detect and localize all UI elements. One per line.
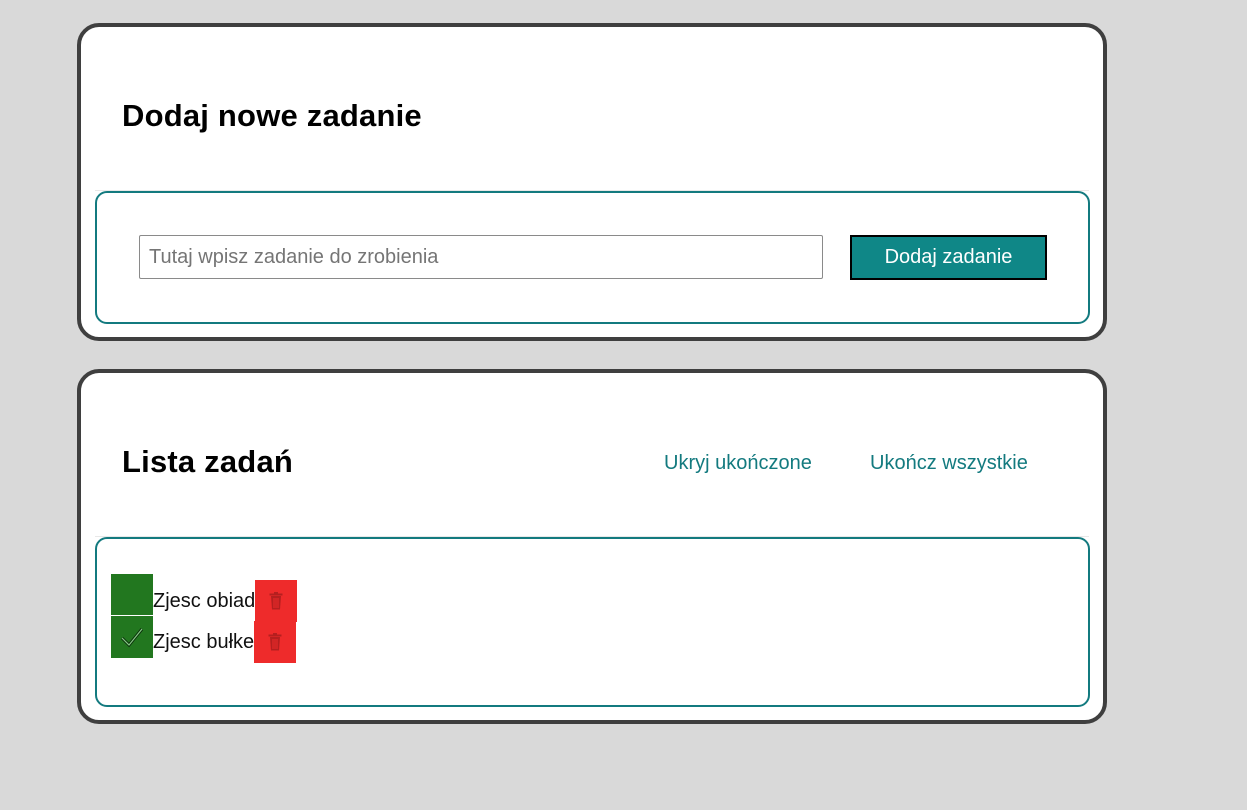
task-checkbox[interactable] <box>111 616 153 658</box>
task-list-title: Lista zadań <box>122 444 294 479</box>
task-list: Zjesc obiad Zjesc bułke <box>111 574 298 663</box>
delete-task-button[interactable] <box>254 621 297 663</box>
task-text: Zjesc bułke <box>153 630 255 653</box>
trash-icon <box>268 633 282 651</box>
add-task-panel: Dodaj zadanie <box>95 191 1090 324</box>
trash-icon <box>269 592 283 610</box>
task-text: Zjesc obiad <box>153 589 256 612</box>
task-item: Zjesc bułke <box>111 616 297 663</box>
check-icon <box>120 628 144 648</box>
task-item: Zjesc obiad <box>111 574 298 622</box>
task-list-card: Lista zadań Ukryj ukończone Ukończ wszys… <box>77 369 1107 724</box>
add-task-title: Dodaj nowe zadanie <box>122 98 422 133</box>
delete-task-button[interactable] <box>255 580 298 622</box>
complete-all-link[interactable]: Ukończ wszystkie <box>870 452 1028 475</box>
task-checkbox[interactable] <box>111 574 153 615</box>
add-task-card: Dodaj nowe zadanie Dodaj zadanie <box>77 23 1107 341</box>
hide-completed-link[interactable]: Ukryj ukończone <box>664 452 812 475</box>
task-list-panel: Zjesc obiad Zjesc bułke <box>95 537 1090 707</box>
task-input[interactable] <box>139 235 823 279</box>
add-task-button[interactable]: Dodaj zadanie <box>850 235 1047 280</box>
